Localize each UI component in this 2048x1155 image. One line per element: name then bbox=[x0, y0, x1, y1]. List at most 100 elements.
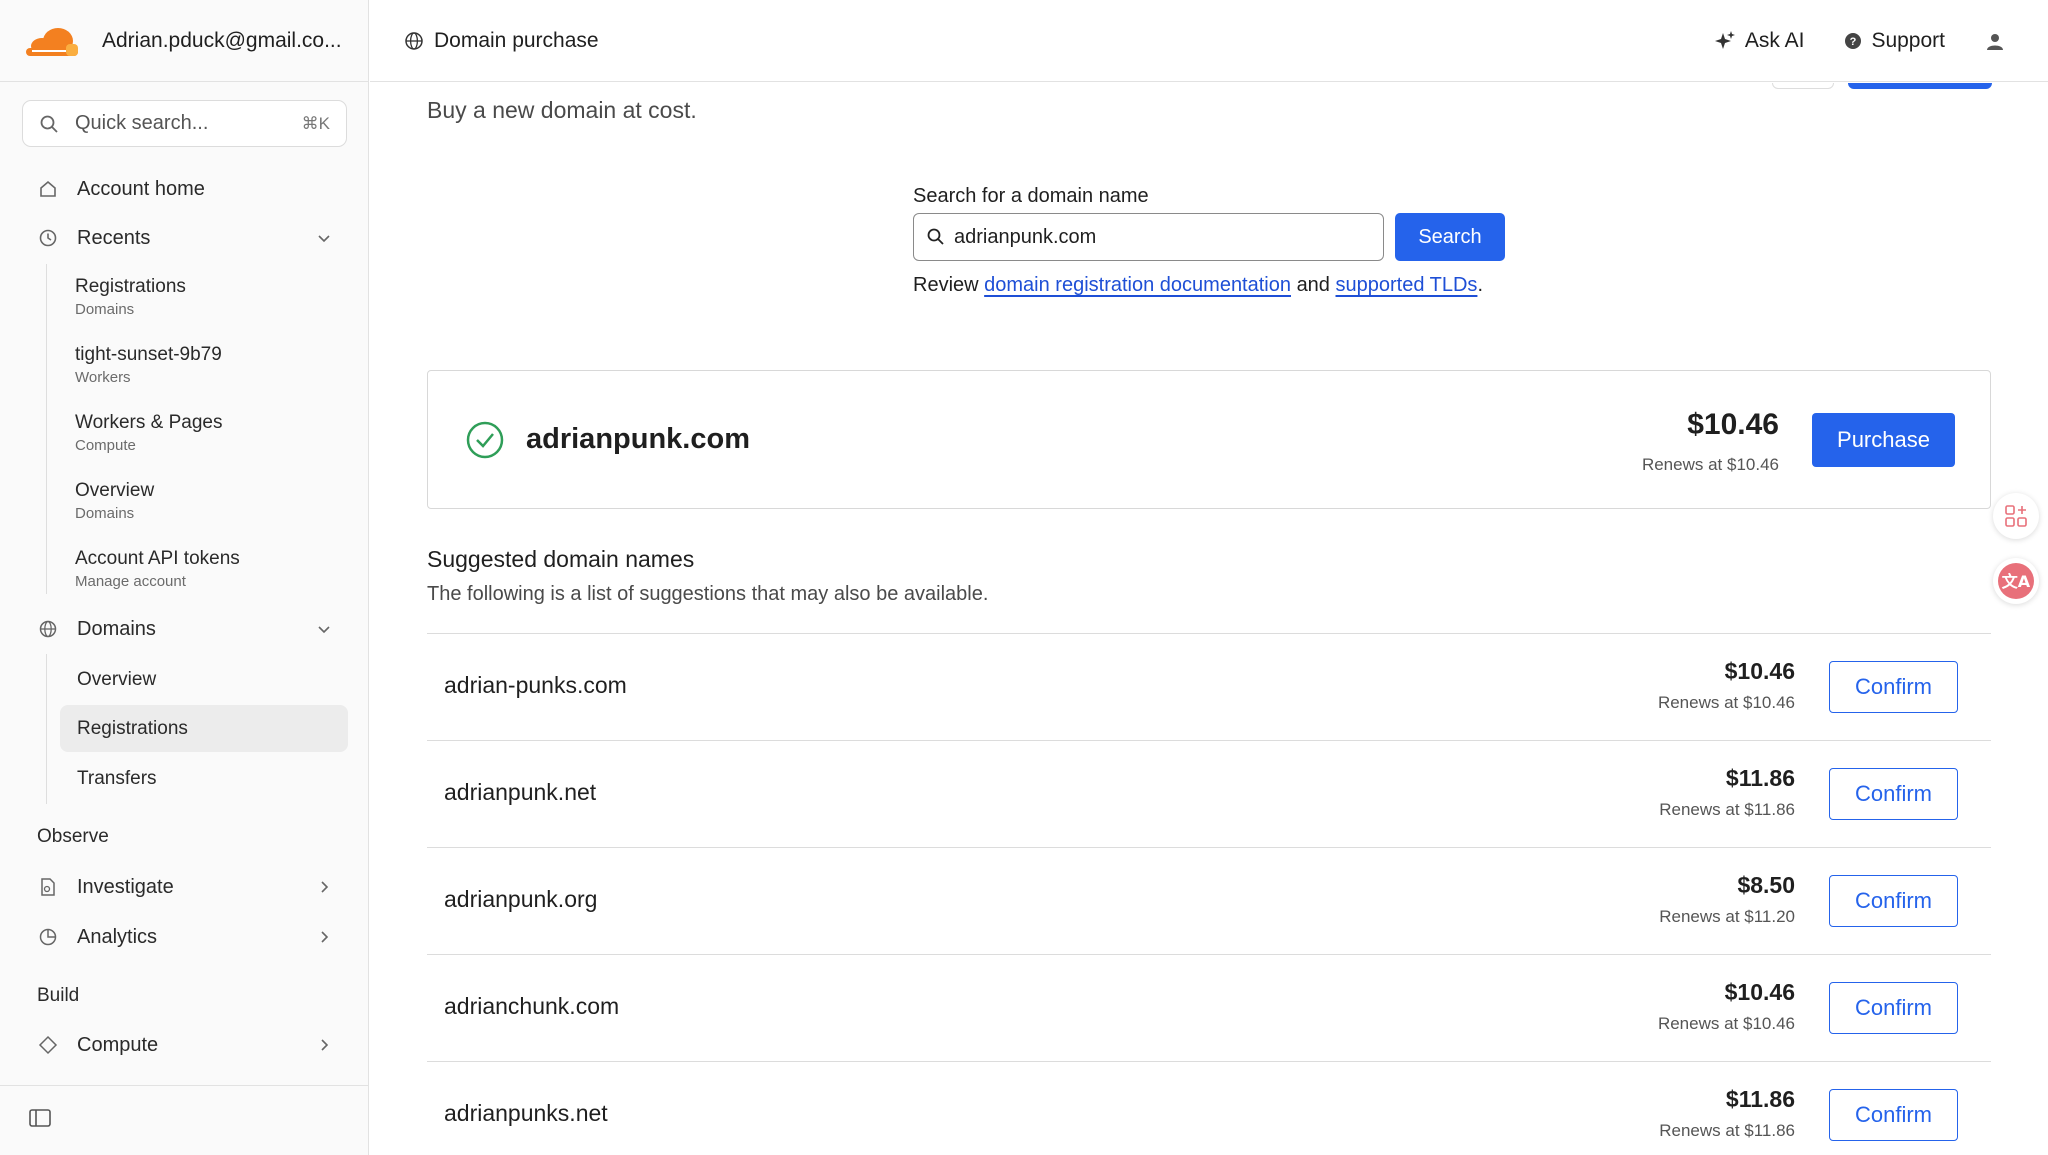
chevron-right-icon[interactable] bbox=[316, 879, 332, 895]
account-switcher[interactable]: Adrian.pduck@gmail.co... bbox=[0, 0, 368, 82]
ask-ai-button[interactable]: Ask AI bbox=[1714, 28, 1805, 53]
review-suffix: . bbox=[1477, 274, 1483, 296]
diamond-icon bbox=[37, 1034, 59, 1056]
confirm-button[interactable]: Confirm bbox=[1829, 1089, 1958, 1141]
nav-investigate[interactable]: Investigate bbox=[22, 864, 347, 910]
search-icon bbox=[40, 115, 58, 133]
support-label: Support bbox=[1871, 28, 1945, 52]
review-mid: and bbox=[1296, 274, 1330, 296]
translate-extension-button[interactable]: 文A bbox=[1993, 558, 2039, 604]
recent-item-workers-pages[interactable]: Workers & Pages Compute bbox=[75, 412, 222, 454]
translate-icon: 文A bbox=[1998, 563, 2034, 599]
breadcrumb: Domain purchase bbox=[404, 29, 599, 53]
search-button[interactable]: Search bbox=[1395, 213, 1505, 261]
suggested-renewal: Renews at $11.86 bbox=[1659, 800, 1795, 819]
supported-tlds-link[interactable]: supported TLDs bbox=[1336, 274, 1478, 296]
pie-chart-icon bbox=[37, 926, 59, 948]
sidebar-toggle-icon[interactable] bbox=[28, 1107, 52, 1134]
recent-subtitle: Domains bbox=[75, 505, 135, 522]
list-item: adrianpunk.org $8.50 Renews at $11.20 Co… bbox=[427, 847, 1991, 954]
purchase-button[interactable]: Purchase bbox=[1812, 413, 1955, 467]
search-icon bbox=[927, 228, 944, 245]
recent-title: Workers & Pages bbox=[75, 412, 223, 433]
ask-ai-label: Ask AI bbox=[1744, 28, 1805, 52]
recent-item-api-tokens[interactable]: Account API tokens Manage account bbox=[75, 548, 240, 590]
confirm-button[interactable]: Confirm bbox=[1829, 982, 1958, 1034]
suggestions-subtitle: The following is a list of suggestions t… bbox=[427, 583, 989, 605]
nav-label: Domains bbox=[77, 617, 156, 640]
section-observe: Observe bbox=[37, 826, 109, 847]
recent-title: Account API tokens bbox=[75, 548, 240, 569]
nav-analytics[interactable]: Analytics bbox=[22, 914, 347, 960]
globe-icon bbox=[405, 31, 423, 50]
nav-recents[interactable]: Recents bbox=[22, 215, 347, 261]
quick-search-input[interactable]: Quick search... ⌘K bbox=[22, 100, 347, 147]
quick-search-placeholder: Quick search... bbox=[75, 112, 209, 134]
chevron-down-icon[interactable] bbox=[316, 230, 332, 246]
suggestions-list: adrian-punks.com $10.46 Renews at $10.46… bbox=[427, 633, 1991, 1155]
header-secondary-button[interactable] bbox=[1772, 83, 1834, 89]
list-item: adrianpunk.net $11.86 Renews at $11.86 C… bbox=[427, 740, 1991, 847]
nav-domains[interactable]: Domains bbox=[22, 606, 347, 652]
suggested-domain: adrian-punks.com bbox=[444, 672, 627, 698]
section-build: Build bbox=[37, 985, 80, 1006]
user-icon bbox=[1987, 33, 2003, 50]
cloudflare-logo bbox=[26, 27, 78, 56]
chevron-down-icon[interactable] bbox=[316, 621, 332, 637]
apps-extension-button[interactable] bbox=[1993, 493, 2039, 539]
user-menu-button[interactable] bbox=[1985, 31, 2014, 51]
nav-compute[interactable]: Compute bbox=[22, 1022, 347, 1068]
main-content: Buy a new domain at cost. Search for a d… bbox=[370, 83, 2048, 1155]
svg-text:文A: 文A bbox=[2002, 572, 2031, 591]
suggested-renewal: Renews at $11.20 bbox=[1659, 907, 1795, 926]
registration-docs-link[interactable]: domain registration documentation bbox=[984, 274, 1291, 296]
suggested-domain: adrianchunk.com bbox=[444, 993, 620, 1019]
confirm-button[interactable]: Confirm bbox=[1829, 768, 1958, 820]
list-item: adrianchunk.com $10.46 Renews at $10.46 … bbox=[427, 954, 1991, 1061]
keyboard-shortcut: ⌘K bbox=[301, 113, 330, 133]
sidebar-item-registrations[interactable]: Registrations bbox=[60, 705, 348, 752]
page-subtitle: Buy a new domain at cost. bbox=[427, 97, 697, 123]
confirm-button[interactable]: Confirm bbox=[1829, 661, 1958, 713]
sparkle-icon bbox=[1714, 30, 1735, 49]
list-item: adrianpunks.net $11.86 Renews at $11.86 … bbox=[427, 1061, 1991, 1155]
chevron-right-icon[interactable] bbox=[316, 929, 332, 945]
domains-rail bbox=[46, 654, 47, 804]
suggested-renewal: Renews at $10.46 bbox=[1657, 1014, 1795, 1033]
breadcrumb-label: Domain purchase bbox=[434, 28, 599, 52]
review-text: Review domain registration documentation… bbox=[913, 274, 1513, 297]
search-label: Search for a domain name bbox=[913, 185, 1149, 207]
recent-item-registrations[interactable]: Registrations Domains bbox=[75, 276, 186, 318]
domain-renewal-price: Renews at $10.46 bbox=[1641, 455, 1779, 474]
sidebar-item-overview[interactable]: Overview bbox=[60, 656, 348, 703]
suggestions-title: Suggested domain names bbox=[427, 546, 695, 572]
suggested-domain: adrianpunk.org bbox=[444, 886, 598, 912]
check-circle-icon bbox=[466, 421, 504, 459]
recent-item-worker[interactable]: tight-sunset-9b79 Workers bbox=[75, 344, 222, 386]
recent-subtitle: Domains bbox=[75, 301, 135, 318]
available-domain-name: adrianpunk.com bbox=[526, 423, 750, 455]
confirm-button[interactable]: Confirm bbox=[1829, 875, 1958, 927]
sidebar-footer bbox=[0, 1085, 369, 1155]
suggested-price: $10.46 bbox=[1724, 658, 1795, 684]
recent-subtitle: Manage account bbox=[75, 573, 186, 590]
review-prefix: Review bbox=[913, 274, 979, 296]
suggested-domain: adrianpunks.net bbox=[444, 1100, 608, 1126]
header-primary-button[interactable] bbox=[1848, 83, 1992, 89]
sidebar-item-transfers[interactable]: Transfers bbox=[60, 755, 348, 802]
nav-account-home[interactable]: Account home bbox=[22, 166, 347, 212]
nav-label: Recents bbox=[77, 226, 151, 249]
chevron-right-icon[interactable] bbox=[316, 1037, 332, 1053]
support-button[interactable]: ? Support bbox=[1844, 29, 1945, 53]
account-name: Adrian.pduck@gmail.co... bbox=[102, 28, 342, 52]
recents-rail bbox=[46, 264, 47, 594]
domain-search-input[interactable]: adrianpunk.com bbox=[913, 213, 1384, 261]
available-domain-card: adrianpunk.com $10.46 Renews at $10.46 P… bbox=[427, 370, 1991, 509]
recent-title: Overview bbox=[75, 480, 155, 501]
nav-label: Compute bbox=[77, 1033, 159, 1056]
domain-search-form: Search for a domain name adrianpunk.com … bbox=[913, 185, 1513, 297]
suggested-price: $11.86 bbox=[1725, 1086, 1795, 1112]
recent-item-overview[interactable]: Overview Domains bbox=[75, 480, 154, 522]
domain-price: $10.46 bbox=[1687, 408, 1779, 441]
suggested-renewal: Renews at $11.86 bbox=[1659, 1121, 1795, 1140]
